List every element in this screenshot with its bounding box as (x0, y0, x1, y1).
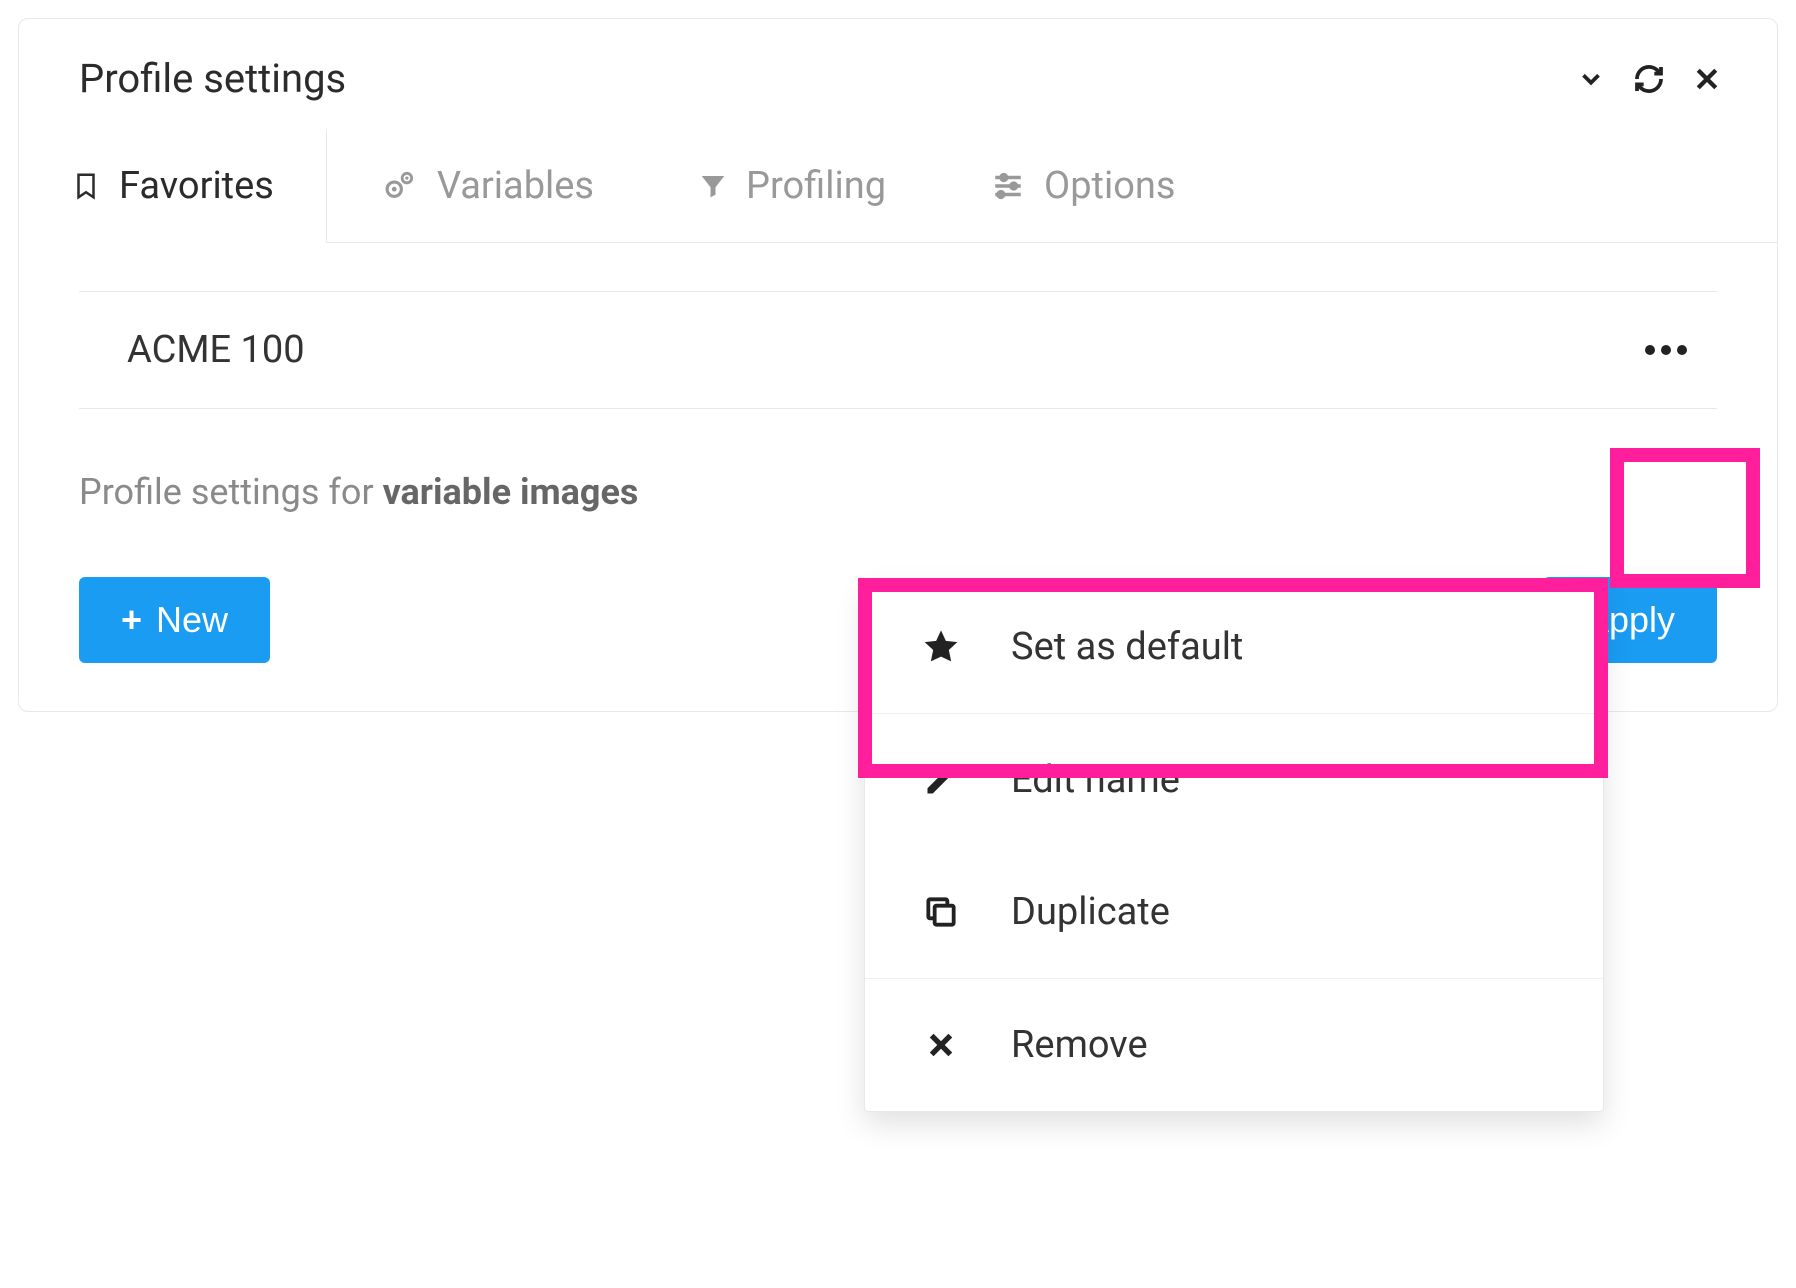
sliders-icon (990, 169, 1026, 203)
menu-item-label: Edit name (1011, 758, 1180, 802)
panel-title: Profile settings (79, 55, 346, 102)
tab-variables[interactable]: Variables (327, 130, 646, 242)
caption-text: Profile settings for variable images (79, 471, 1717, 513)
copy-icon (919, 893, 963, 931)
x-icon (919, 1029, 963, 1061)
favorite-name: ACME 100 (127, 328, 305, 372)
more-options-button[interactable] (1639, 339, 1693, 361)
favorite-row[interactable]: ACME 100 (79, 291, 1717, 409)
tab-profiling[interactable]: Profiling (646, 130, 938, 242)
menu-item-remove[interactable]: Remove (865, 979, 1603, 1111)
panel-header: Profile settings (19, 19, 1777, 130)
tab-options[interactable]: Options (938, 130, 1227, 242)
gears-icon (379, 167, 419, 205)
tabs: Favorites Variables Profiling Options (19, 130, 1777, 243)
menu-item-label: Duplicate (1011, 890, 1170, 934)
caption-bold: variable images (383, 471, 639, 513)
new-button[interactable]: + New (79, 577, 270, 663)
tab-label: Variables (437, 164, 594, 208)
header-icons (1573, 61, 1725, 97)
tab-label: Profiling (746, 164, 886, 208)
menu-item-label: Set as default (1011, 625, 1243, 669)
caption-prefix: Profile settings for (79, 471, 383, 513)
tab-favorites[interactable]: Favorites (19, 130, 327, 243)
refresh-icon[interactable] (1631, 61, 1667, 97)
context-menu: Set as default Edit name Duplicate Remov… (864, 580, 1604, 1112)
close-icon[interactable] (1689, 61, 1725, 97)
menu-item-set-default[interactable]: Set as default (865, 581, 1603, 713)
tab-label: Options (1044, 164, 1175, 208)
chevron-down-icon[interactable] (1573, 61, 1609, 97)
plus-icon: + (121, 602, 142, 638)
menu-item-edit-name[interactable]: Edit name (865, 714, 1603, 846)
bookmark-icon (71, 167, 101, 205)
ellipsis-icon (1645, 345, 1655, 355)
funnel-icon (698, 169, 728, 203)
menu-item-duplicate[interactable]: Duplicate (865, 846, 1603, 978)
menu-item-label: Remove (1011, 1023, 1148, 1067)
new-button-label: New (156, 599, 228, 641)
ellipsis-icon (1677, 345, 1687, 355)
star-icon (919, 627, 963, 667)
pencil-icon (919, 762, 963, 798)
ellipsis-icon (1661, 345, 1671, 355)
tab-label: Favorites (119, 164, 274, 208)
